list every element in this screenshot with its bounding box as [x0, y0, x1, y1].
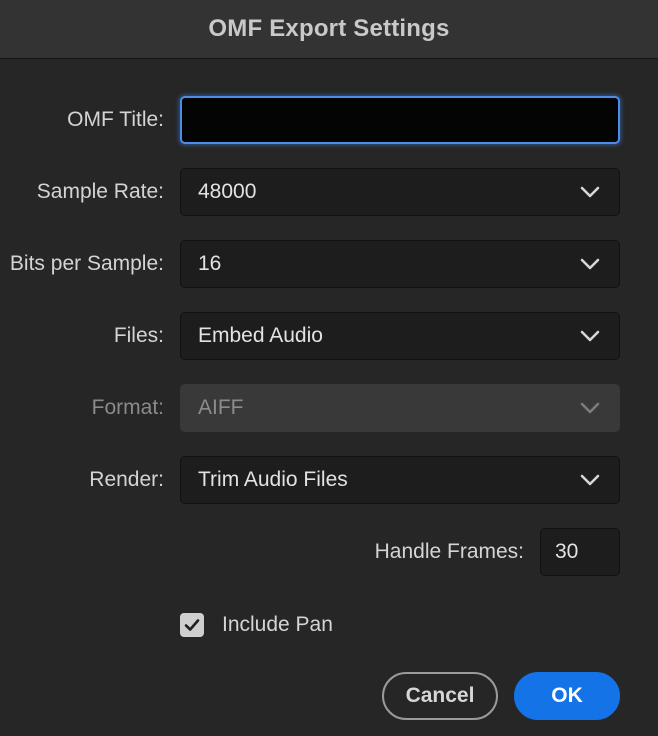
sample-rate-label: Sample Rate: [36, 180, 164, 203]
files-label: Files: [113, 324, 164, 347]
sample-rate-value: 48000 [198, 180, 257, 203]
chevron-down-icon [580, 402, 600, 414]
omf-title-label: OMF Title: [67, 108, 164, 131]
handle-frames-label: Handle Frames: [374, 540, 524, 563]
omf-title-input[interactable] [180, 96, 620, 144]
handle-frames-input[interactable] [540, 528, 620, 576]
dialog-title: OMF Export Settings [208, 15, 450, 42]
title-bar[interactable]: OMF Export Settings [0, 0, 658, 59]
sample-rate-dropdown[interactable]: 48000 [180, 168, 620, 216]
format-label: Format: [91, 396, 164, 419]
bits-per-sample-dropdown[interactable]: 16 [180, 240, 620, 288]
render-dropdown[interactable]: Trim Audio Files [180, 456, 620, 504]
include-pan-label[interactable]: Include Pan [222, 601, 333, 649]
chevron-down-icon [580, 258, 600, 270]
include-pan-checkbox[interactable] [180, 613, 204, 637]
checkmark-icon [184, 619, 200, 631]
chevron-down-icon [580, 186, 600, 198]
files-value: Embed Audio [198, 324, 323, 347]
render-value: Trim Audio Files [198, 468, 348, 491]
render-label: Render: [89, 468, 164, 491]
format-dropdown: AIFF [180, 384, 620, 432]
format-value: AIFF [198, 396, 244, 419]
bits-per-sample-label: Bits per Sample: [9, 252, 164, 275]
chevron-down-icon [580, 330, 600, 342]
cancel-button[interactable]: Cancel [382, 672, 498, 720]
omf-export-dialog: OMF Export Settings OMF Title: Sample Ra… [0, 0, 658, 736]
bits-per-sample-value: 16 [198, 252, 222, 275]
files-dropdown[interactable]: Embed Audio [180, 312, 620, 360]
chevron-down-icon [580, 474, 600, 486]
ok-button[interactable]: OK [514, 672, 620, 720]
